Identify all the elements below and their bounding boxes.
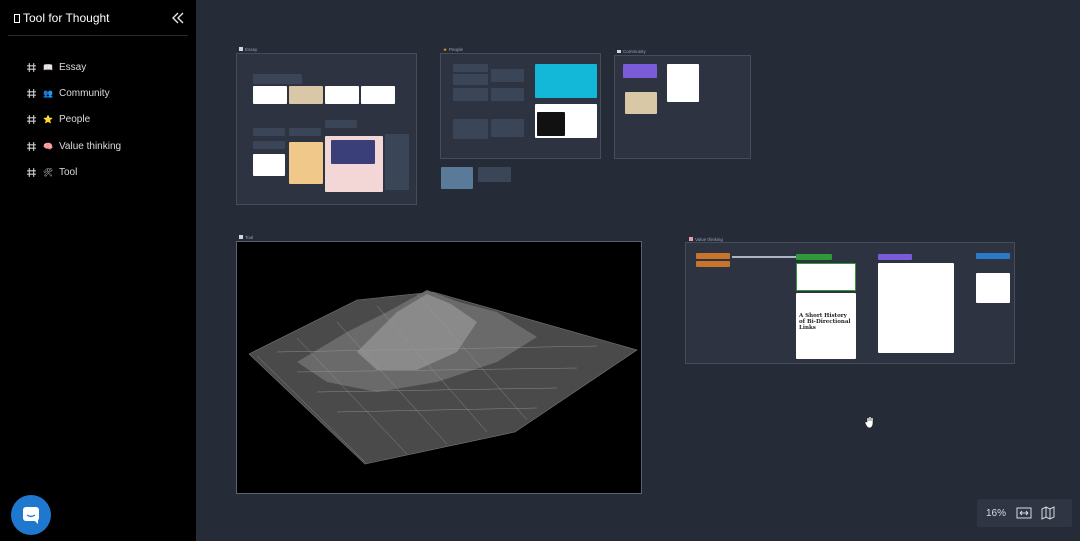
- people-icon: 👥: [43, 89, 53, 99]
- board-title-text: Community: [623, 49, 646, 54]
- sidebar-item-label: Community: [59, 88, 110, 100]
- card[interactable]: [453, 119, 488, 139]
- card[interactable]: [796, 254, 832, 260]
- article-title: A Short History of Bi-Directional Links: [799, 313, 851, 331]
- card[interactable]: [696, 253, 730, 259]
- card[interactable]: [625, 92, 657, 114]
- sidebar-item-essay[interactable]: 📖 Essay: [8, 54, 188, 80]
- board-title-text: Essay: [245, 47, 258, 52]
- board-title-essay: Essay: [239, 47, 257, 52]
- connector-line: [732, 256, 796, 258]
- card[interactable]: [289, 142, 323, 184]
- card[interactable]: [385, 134, 409, 190]
- card[interactable]: [325, 86, 359, 104]
- people-icon: [617, 50, 621, 53]
- card[interactable]: [878, 254, 912, 260]
- hash-icon: [27, 168, 36, 178]
- sidebar-header: Tool for Thought: [8, 6, 188, 36]
- card[interactable]: [667, 64, 699, 102]
- app-title: Tool for Thought: [14, 11, 110, 25]
- card[interactable]: [696, 261, 730, 267]
- card[interactable]: [253, 141, 285, 149]
- tools-icon: 🛠: [43, 168, 54, 178]
- star-icon: ⭐: [43, 115, 53, 125]
- zoom-level: 16%: [986, 507, 1007, 519]
- board-value-thinking[interactable]: A Short History of Bi-Directional Links: [685, 242, 1015, 364]
- sidebar-item-value-thinking[interactable]: 🧠 Value thinking: [8, 133, 188, 159]
- board-title-community: Community: [617, 49, 646, 54]
- card[interactable]: [441, 167, 473, 189]
- board-essay[interactable]: [236, 53, 417, 205]
- board-tool[interactable]: [236, 241, 642, 494]
- card[interactable]: [491, 119, 524, 137]
- card[interactable]: [491, 69, 524, 82]
- brain-icon: 🧠: [43, 141, 53, 151]
- book-icon: 📖: [43, 62, 53, 72]
- sidebar-item-label: Essay: [59, 61, 87, 73]
- app-window: Tool for Thought 📖 Essay 👥 Community ⭐ P…: [0, 0, 1080, 541]
- card[interactable]: A Short History of Bi-Directional Links: [796, 293, 856, 359]
- hash-icon: [27, 115, 36, 125]
- card[interactable]: [253, 74, 302, 84]
- card[interactable]: [796, 263, 856, 291]
- hash-icon: [27, 141, 36, 151]
- card[interactable]: [491, 88, 524, 101]
- card[interactable]: [453, 88, 488, 101]
- star-icon: ★: [443, 47, 448, 52]
- brain-icon: [689, 237, 693, 241]
- minimap-button[interactable]: [1036, 501, 1060, 525]
- app-title-text: Tool for Thought: [23, 11, 110, 25]
- board-title-tool: Tool: [239, 235, 253, 240]
- card[interactable]: [253, 128, 285, 136]
- book-icon: [239, 47, 243, 51]
- chat-support-button[interactable]: [11, 495, 51, 535]
- card[interactable]: [535, 64, 597, 98]
- collapse-sidebar-icon[interactable]: [170, 10, 186, 26]
- card[interactable]: [453, 74, 488, 85]
- sidebar-item-label: Value thinking: [59, 140, 122, 152]
- terrain-visualization: [248, 290, 638, 465]
- sidebar-item-label: Tool: [59, 167, 78, 179]
- tools-icon: [239, 235, 243, 239]
- card[interactable]: [325, 120, 357, 128]
- sidebar-list: 📖 Essay 👥 Community ⭐ People 🧠 Value thi…: [8, 54, 188, 186]
- card[interactable]: [478, 167, 511, 182]
- board-title-text: Tool: [245, 235, 254, 240]
- card[interactable]: [289, 86, 323, 104]
- board-title-text: People: [449, 47, 464, 52]
- card[interactable]: [976, 273, 1010, 303]
- fit-width-button[interactable]: [1012, 501, 1036, 525]
- sidebar-item-label: People: [59, 114, 91, 126]
- map-icon: [1041, 506, 1055, 520]
- card[interactable]: [253, 154, 285, 176]
- sidebar-item-community[interactable]: 👥 Community: [8, 80, 188, 106]
- canvas[interactable]: Essay ★ People Community Tool Value thin…: [196, 0, 1080, 541]
- zoom-toolbar: 16%: [977, 499, 1072, 527]
- card[interactable]: [537, 112, 565, 136]
- card[interactable]: [253, 86, 287, 104]
- hash-icon: [27, 89, 36, 98]
- chat-icon: [23, 507, 39, 524]
- card[interactable]: [289, 128, 321, 136]
- hand-cursor-icon: [864, 416, 874, 429]
- card[interactable]: [453, 64, 488, 72]
- board-community[interactable]: [614, 55, 751, 159]
- sidebar-item-people[interactable]: ⭐ People: [8, 107, 188, 133]
- card[interactable]: [331, 140, 375, 164]
- sidebar: Tool for Thought 📖 Essay 👥 Community ⭐ P…: [0, 0, 196, 541]
- board-people[interactable]: [440, 53, 601, 159]
- card[interactable]: [361, 86, 395, 104]
- card[interactable]: [623, 64, 657, 78]
- hash-icon: [27, 62, 36, 72]
- card[interactable]: [976, 253, 1010, 259]
- sidebar-item-tool[interactable]: 🛠 Tool: [8, 160, 188, 186]
- card[interactable]: [878, 263, 954, 353]
- box-glyph-icon: [14, 14, 20, 23]
- fit-width-icon: [1016, 507, 1032, 519]
